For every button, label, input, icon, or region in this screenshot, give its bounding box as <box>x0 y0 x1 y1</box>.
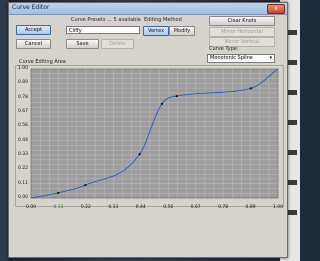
curve-editor-window: Curve Editor x Accept Cancel Curve Prese… <box>8 2 288 258</box>
curve-knot <box>84 184 87 187</box>
curve-knot <box>57 191 60 194</box>
curve-knot <box>160 102 164 105</box>
left-panel-edge <box>0 0 8 261</box>
curve-plot[interactable] <box>9 3 287 257</box>
curve-knot <box>249 87 252 90</box>
plot-background <box>30 68 279 199</box>
curve-knot <box>175 94 178 98</box>
curve-knot <box>138 153 141 156</box>
